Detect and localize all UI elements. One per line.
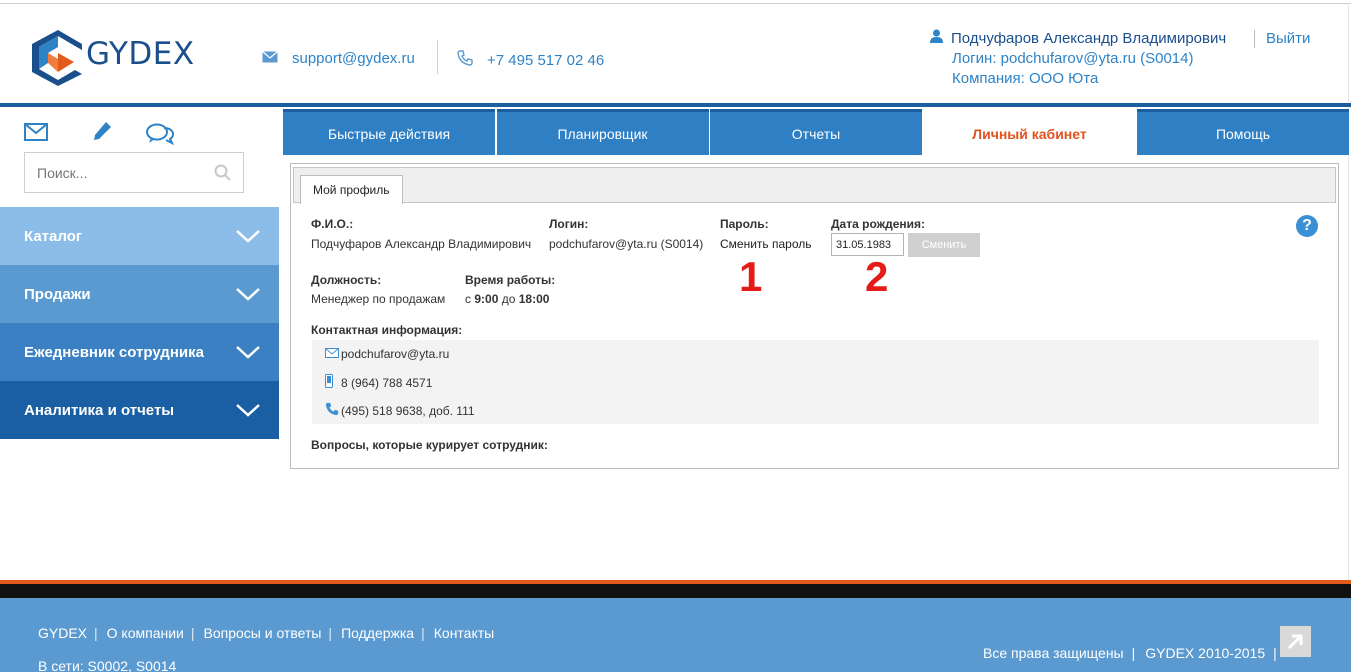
change-password-link[interactable]: Сменить пароль [720, 237, 812, 251]
login-label: Логин: [549, 217, 589, 231]
footer-link-about[interactable]: О компании [107, 625, 184, 641]
annotation-2: 2 [865, 253, 889, 300]
footer-rights: Все права защищены | GYDEX 2010-2015 | [983, 645, 1277, 661]
hours-from: 9:00 [474, 292, 499, 306]
password-label: Пароль: [720, 217, 769, 231]
footer-links: GYDEX | О компании | Вопросы и ответы | Под… [38, 625, 495, 641]
hours-value: с 9:00 до 18:00 [465, 292, 549, 306]
support-phone[interactable]: +7 495 517 02 46 [457, 50, 604, 70]
chevron-down-icon [236, 288, 260, 301]
mail-icon [325, 347, 341, 361]
scrollbar-track [1348, 5, 1349, 595]
logo-text: GYDEX [86, 36, 195, 72]
footer-link-faq[interactable]: Вопросы и ответы [204, 625, 322, 641]
questions-label: Вопросы, которые курирует сотрудник: [311, 438, 548, 452]
tab-personal-account[interactable]: Личный кабинет [923, 109, 1136, 155]
phone-icon [325, 402, 341, 419]
logout-link[interactable]: Выйти [1266, 30, 1310, 47]
user-login: Логин: podchufarov@yta.ru (S0014) [952, 50, 1194, 67]
arrow-up-right-icon [1287, 634, 1303, 650]
hours-mid: до [501, 292, 516, 306]
footer: GYDEX | О компании | Вопросы и ответы | Под… [0, 598, 1351, 672]
sidebar [0, 107, 279, 149]
birthdate-label: Дата рождения: [831, 217, 926, 231]
change-birthdate-button[interactable]: Сменить [908, 233, 980, 257]
support-email-text: support@gydex.ru [292, 50, 415, 67]
hours-prefix: с [465, 292, 471, 306]
online-users: В сети: S0002, S0014 [38, 658, 177, 672]
chevron-down-icon [236, 230, 260, 243]
footer-link-support[interactable]: Поддержка [341, 625, 414, 641]
top-border [0, 0, 1351, 4]
tab-reports[interactable]: Отчеты [710, 109, 922, 155]
sidebar-item-catalog[interactable]: Каталог [0, 207, 279, 265]
login-value: podchufarov@yta.ru (S0014) [549, 237, 704, 251]
sidebar-quick-icons [0, 107, 279, 149]
logout-divider [1254, 30, 1255, 48]
user-name-text: Подчуфаров Александр Владимирович [951, 30, 1227, 47]
help-icon[interactable]: ? [1296, 215, 1318, 237]
contact-mobile: 8 (964) 788 4571 [325, 374, 432, 391]
footer-bar [0, 584, 1351, 598]
sidebar-item-label: Продажи [24, 285, 91, 303]
mail-icon[interactable] [24, 123, 48, 146]
sidebar-item-planner[interactable]: Ежедневник сотрудника [0, 323, 279, 381]
contact-list: podchufarov@yta.ru 8 (964) 788 4571 (495… [312, 340, 1319, 424]
position-value: Менеджер по продажам [311, 292, 446, 306]
tab-help[interactable]: Помощь [1137, 109, 1349, 155]
search-input[interactable] [25, 153, 205, 192]
contacts-label: Контактная информация: [311, 323, 463, 337]
chevron-down-icon [236, 346, 260, 359]
tab-planner[interactable]: Планировщик [496, 109, 709, 155]
contact-phone-text: (495) 518 9638, доб. 111 [341, 403, 475, 418]
footer-link-contacts[interactable]: Контакты [434, 625, 494, 641]
contact-phone: (495) 518 9638, доб. 111 [325, 402, 475, 419]
scroll-top-button[interactable] [1280, 626, 1311, 657]
sidebar-item-label: Аналитика и отчеты [24, 401, 175, 419]
position-label: Должность: [311, 273, 382, 287]
logo-mark-icon [32, 30, 82, 86]
fio-value: Подчуфаров Александр Владимирович [311, 237, 532, 251]
user-icon [930, 29, 943, 49]
search-icon[interactable] [214, 164, 231, 186]
contact-email[interactable]: podchufarov@yta.ru [325, 347, 449, 361]
hours-label: Время работы: [465, 273, 556, 287]
support-email[interactable]: support@gydex.ru [262, 50, 415, 67]
subtab-bar: Мой профиль [293, 167, 1336, 204]
hours-to: 18:00 [518, 292, 550, 306]
sidebar-item-label: Ежедневник сотрудника [24, 343, 204, 361]
sidebar-item-label: Каталог [24, 227, 83, 245]
support-phone-text: +7 495 517 02 46 [487, 51, 605, 69]
copyright-text: GYDEX 2010-2015 [1145, 645, 1266, 661]
mobile-icon [325, 374, 341, 391]
main-tabs: Быстрые действия Планировщик Отчеты Личн… [283, 109, 1351, 155]
contact-email-text: podchufarov@yta.ru [341, 347, 450, 361]
sidebar-item-sales[interactable]: Продажи [0, 265, 279, 323]
chevron-down-icon [236, 404, 260, 417]
rights-text: Все права защищены [983, 645, 1124, 661]
user-company: Компания: ООО Юта [952, 70, 1099, 87]
user-info: Подчуфаров Александр Владимирович Логин:… [930, 29, 1226, 89]
user-name[interactable]: Подчуфаров Александр Владимирович [930, 29, 1226, 49]
search-field[interactable] [24, 152, 244, 193]
phone-icon [457, 50, 473, 70]
contact-divider [437, 40, 438, 74]
page: GYDEX support@gydex.ru +7 495 517 02 46 … [0, 0, 1351, 672]
contact-mobile-text: 8 (964) 788 4571 [341, 375, 433, 390]
pencil-icon[interactable] [92, 121, 112, 148]
mail-icon [262, 50, 278, 67]
tab-my-profile[interactable]: Мой профиль [300, 175, 403, 204]
annotation-1: 1 [739, 253, 763, 300]
sidebar-menu: Каталог Продажи Ежедневник сотрудника Ан… [0, 207, 279, 439]
sidebar-item-analytics[interactable]: Аналитика и отчеты [0, 381, 279, 439]
profile-panel: Мой профиль Ф.И.О.: Подчуфаров Александр… [290, 163, 1339, 469]
footer-link-gydex[interactable]: GYDEX [38, 625, 87, 641]
fio-label: Ф.И.О.: [311, 217, 354, 231]
tab-quick-actions[interactable]: Быстрые действия [283, 109, 495, 155]
chat-icon[interactable] [146, 123, 175, 150]
